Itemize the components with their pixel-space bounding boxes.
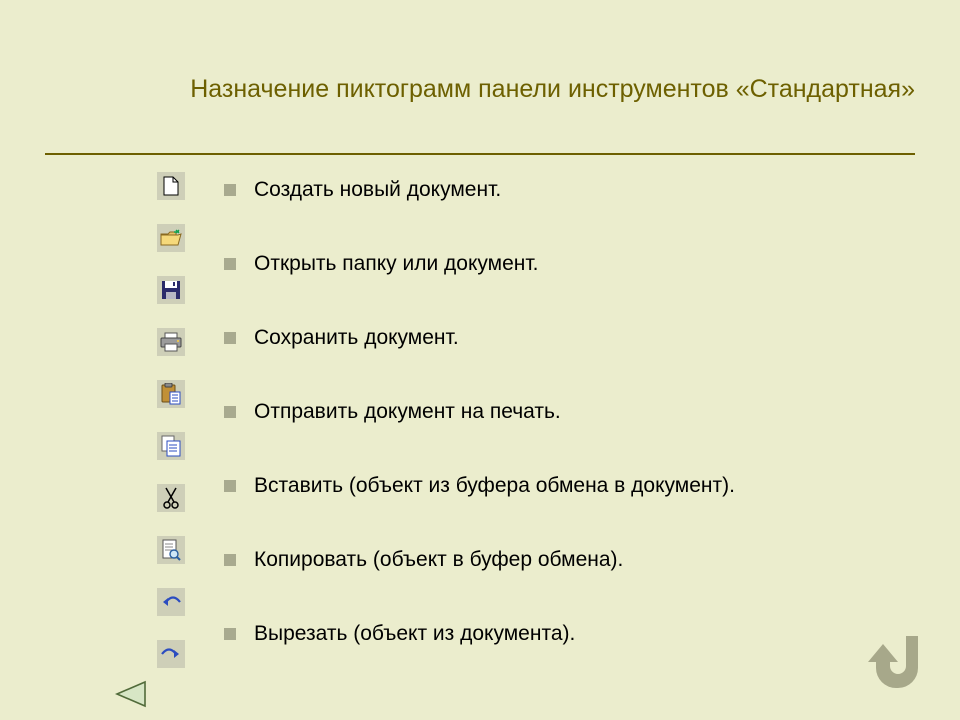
bullet-icon	[224, 332, 236, 344]
item-text: Сохранить документ.	[254, 326, 459, 350]
item-text: Вырезать (объект из документа).	[254, 622, 575, 646]
bullet-icon	[224, 258, 236, 270]
cut-icon	[157, 484, 185, 512]
item-text: Открыть папку или документ.	[254, 252, 539, 276]
bullet-icon	[224, 184, 236, 196]
list-item: Сохранить документ.	[224, 326, 735, 350]
bullet-icon	[224, 554, 236, 566]
bullet-icon	[224, 406, 236, 418]
list-item: Создать новый документ.	[224, 178, 735, 202]
item-text: Вставить (объект из буфера обмена в доку…	[254, 474, 735, 498]
print-icon	[157, 328, 185, 356]
nav-back-button[interactable]	[113, 680, 147, 708]
slide-title: Назначение пиктограмм панели инструменто…	[120, 75, 915, 104]
redo-icon	[157, 640, 185, 668]
list-item: Открыть папку или документ.	[224, 252, 735, 276]
save-icon	[157, 276, 185, 304]
item-text: Копировать (объект в буфер обмена).	[254, 548, 623, 572]
list-item: Отправить документ на печать.	[224, 400, 735, 424]
list-item: Копировать (объект в буфер обмена).	[224, 548, 735, 572]
item-text: Отправить документ на печать.	[254, 400, 561, 424]
toolbar-icon-column	[157, 172, 185, 692]
paste-icon	[157, 380, 185, 408]
bullet-icon	[224, 480, 236, 492]
copy-icon	[157, 432, 185, 460]
bullet-icon	[224, 628, 236, 640]
nav-return-button[interactable]	[866, 632, 924, 690]
description-list: Создать новый документ. Открыть папку ил…	[224, 178, 735, 696]
list-item: Вставить (объект из буфера обмена в доку…	[224, 474, 735, 498]
list-item: Вырезать (объект из документа).	[224, 622, 735, 646]
new-document-icon	[157, 172, 185, 200]
open-folder-icon	[157, 224, 185, 252]
item-text: Создать новый документ.	[254, 178, 501, 202]
title-divider	[45, 153, 915, 155]
print-preview-icon	[157, 536, 185, 564]
undo-icon	[157, 588, 185, 616]
